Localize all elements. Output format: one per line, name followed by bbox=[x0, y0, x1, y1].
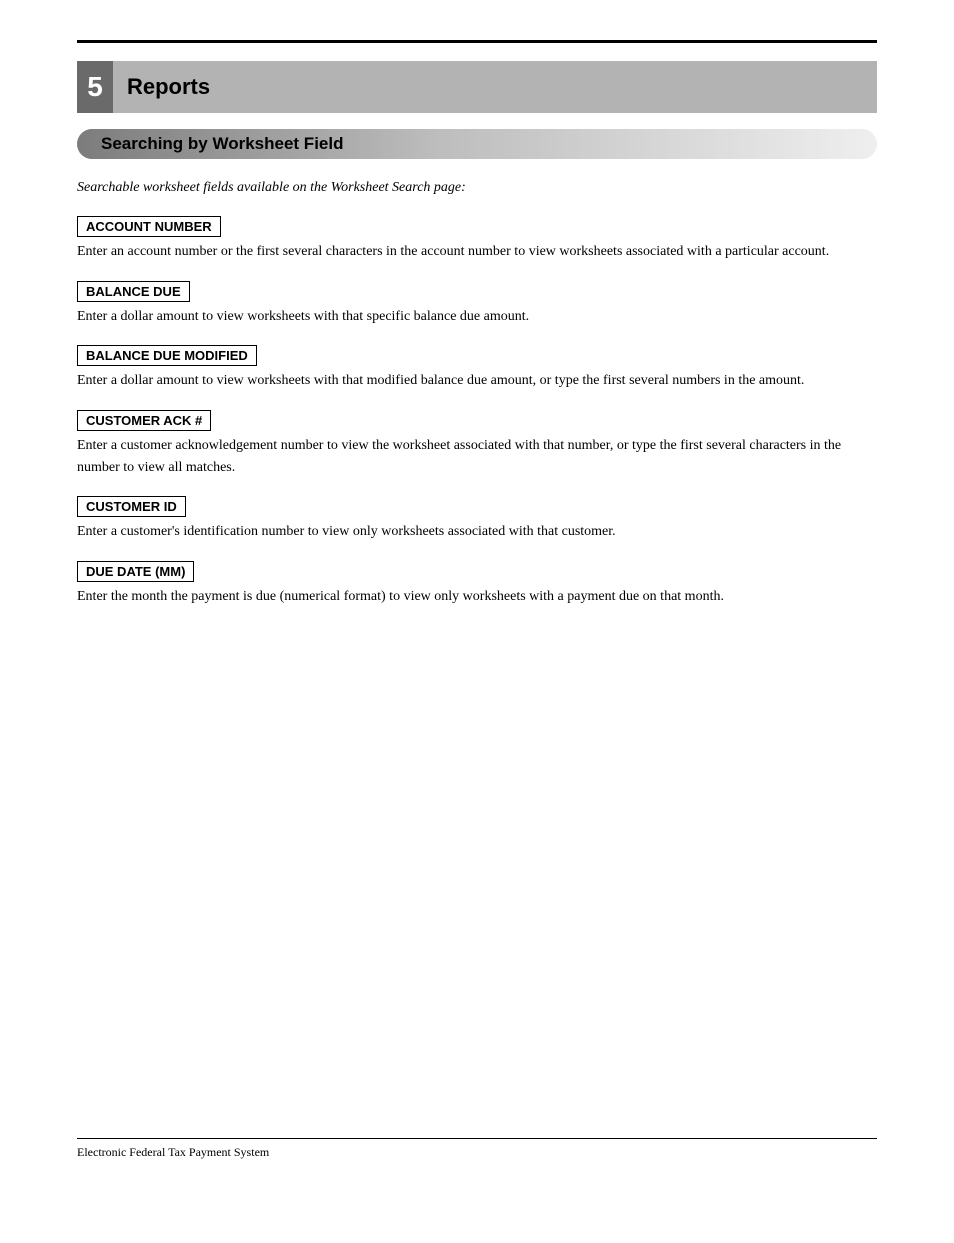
page-footer: Electronic Federal Tax Payment System bbox=[77, 1145, 877, 1160]
section-intro: Searchable worksheet fields available on… bbox=[77, 177, 877, 198]
field-description: Enter a dollar amount to view worksheets… bbox=[77, 306, 877, 328]
field-block: CUSTOMER ACK # Enter a customer acknowle… bbox=[77, 410, 877, 478]
field-description: Enter a dollar amount to view worksheets… bbox=[77, 370, 877, 392]
field-description: Enter the month the payment is due (nume… bbox=[77, 586, 877, 608]
chapter-title: Reports bbox=[113, 61, 877, 113]
field-label: CUSTOMER ACK # bbox=[77, 410, 211, 431]
field-label: BALANCE DUE bbox=[77, 281, 190, 302]
chapter-header: 5 Reports bbox=[77, 61, 877, 113]
field-label: DUE DATE (MM) bbox=[77, 561, 194, 582]
section-heading: Searching by Worksheet Field bbox=[77, 129, 877, 159]
bottom-horizontal-rule bbox=[77, 1138, 877, 1139]
document-page: 5 Reports Searching by Worksheet Field S… bbox=[0, 0, 954, 1190]
field-label: ACCOUNT NUMBER bbox=[77, 216, 221, 237]
field-description: Enter an account number or the first sev… bbox=[77, 241, 877, 263]
chapter-number: 5 bbox=[77, 61, 113, 113]
field-description: Enter a customer acknowledgement number … bbox=[77, 435, 877, 478]
field-description: Enter a customer's identification number… bbox=[77, 521, 877, 543]
top-horizontal-rule bbox=[77, 40, 877, 43]
field-block: BALANCE DUE MODIFIED Enter a dollar amou… bbox=[77, 345, 877, 392]
field-block: CUSTOMER ID Enter a customer's identific… bbox=[77, 496, 877, 543]
field-block: DUE DATE (MM) Enter the month the paymen… bbox=[77, 561, 877, 608]
field-block: ACCOUNT NUMBER Enter an account number o… bbox=[77, 216, 877, 263]
field-label: CUSTOMER ID bbox=[77, 496, 186, 517]
field-block: BALANCE DUE Enter a dollar amount to vie… bbox=[77, 281, 877, 328]
field-label: BALANCE DUE MODIFIED bbox=[77, 345, 257, 366]
